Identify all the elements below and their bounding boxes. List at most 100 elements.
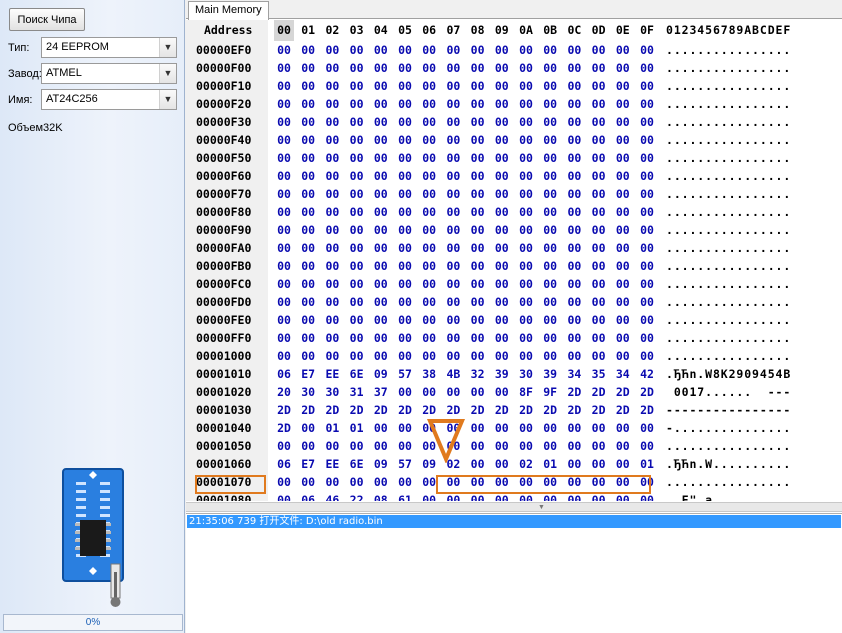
maker-select[interactable]: ATMEL ▼ [41,63,177,84]
hex-byte[interactable]: 00 [322,329,342,347]
hex-byte[interactable]: 00 [468,221,488,239]
hex-byte[interactable]: 06 [298,491,318,501]
hex-byte[interactable]: 00 [637,113,657,131]
hex-byte[interactable]: 00 [347,113,367,131]
chevron-down-icon[interactable]: ▼ [159,90,176,109]
hex-byte[interactable]: 00 [322,473,342,491]
hex-row[interactable]: 00000F90 00 00 00 00 00 00 00 00 00 00 00 00 00 00 00 00… [186,221,842,239]
hex-byte[interactable]: 00 [613,437,633,455]
hex-byte[interactable]: 00 [589,131,609,149]
hex-row[interactable]: 00001060 06 E7 EE 6E 09 57 09 02 00 00 02 01 00 00 00 01… [186,455,842,473]
hex-byte[interactable]: 00 [443,77,463,95]
hex-byte[interactable]: 00 [274,167,294,185]
hex-byte[interactable]: 00 [516,329,536,347]
hex-byte[interactable]: 00 [395,311,415,329]
hex-byte[interactable]: 00 [516,95,536,113]
hex-byte[interactable]: 00 [540,203,560,221]
hex-row[interactable]: 00001020 20 30 30 31 37 00 00 00 00 00 8F 9F 2D 2D 2D 2D… [186,383,842,401]
hex-byte[interactable]: 2D [347,401,367,419]
hex-byte[interactable]: 2D [492,401,512,419]
hex-byte[interactable]: 00 [613,293,633,311]
hex-byte[interactable]: 00 [613,221,633,239]
hex-byte[interactable]: 00 [419,185,439,203]
hex-byte[interactable]: 00 [347,131,367,149]
hex-byte[interactable]: 00 [613,131,633,149]
hex-byte[interactable]: 00 [274,491,294,501]
hex-byte[interactable]: 00 [322,185,342,203]
chevron-down-icon[interactable]: ▼ [159,64,176,83]
hex-byte[interactable]: 00 [419,203,439,221]
hex-row[interactable]: 00000FC0 00 00 00 00 00 00 00 00 00 00 00 00 00 00 00 00… [186,275,842,293]
hex-byte[interactable]: 00 [395,293,415,311]
hex-byte[interactable]: 00 [395,203,415,221]
hex-byte[interactable]: 00 [564,185,584,203]
hex-view[interactable]: Address 00 01 02 03 04 05 06 07 08 09 0A 0B 0C 0D 0E 0F… [186,20,842,501]
hex-byte[interactable]: 00 [371,473,391,491]
hex-byte[interactable]: 00 [468,329,488,347]
hex-byte[interactable]: 00 [468,95,488,113]
hex-byte[interactable]: 02 [516,455,536,473]
hex-byte[interactable]: 00 [395,419,415,437]
hex-byte[interactable]: 00 [589,221,609,239]
hex-byte[interactable]: 00 [371,293,391,311]
hex-byte[interactable]: 00 [492,59,512,77]
hex-byte[interactable]: 00 [298,203,318,221]
hex-byte[interactable]: 09 [371,365,391,383]
hex-byte[interactable]: 00 [347,185,367,203]
hex-byte[interactable]: 00 [492,203,512,221]
hex-byte[interactable]: 00 [468,455,488,473]
hex-byte[interactable]: 00 [419,149,439,167]
hex-byte[interactable]: 01 [540,455,560,473]
hex-byte[interactable]: 00 [395,473,415,491]
hex-byte[interactable]: 00 [371,329,391,347]
hex-byte[interactable]: 00 [564,455,584,473]
hex-byte[interactable]: 00 [274,41,294,59]
hex-byte[interactable]: 00 [347,203,367,221]
hex-byte[interactable]: 00 [274,329,294,347]
hex-byte[interactable]: 00 [468,59,488,77]
hex-byte[interactable]: 00 [540,221,560,239]
hex-byte[interactable]: 00 [395,113,415,131]
hex-byte[interactable]: 00 [589,149,609,167]
hex-byte[interactable]: 00 [274,203,294,221]
hex-byte[interactable]: 00 [468,437,488,455]
hex-byte[interactable]: 00 [298,59,318,77]
hex-byte[interactable]: 2D [613,401,633,419]
hex-byte[interactable]: 00 [274,77,294,95]
hex-byte[interactable]: 2D [298,401,318,419]
hex-byte[interactable]: 00 [322,59,342,77]
hex-byte[interactable]: 00 [516,149,536,167]
hex-byte[interactable]: 00 [443,203,463,221]
hex-byte[interactable]: 00 [322,203,342,221]
hex-row[interactable]: 00000F70 00 00 00 00 00 00 00 00 00 00 00 00 00 00 00 00… [186,185,842,203]
hex-byte[interactable]: 2D [274,401,294,419]
hex-byte[interactable]: 00 [492,131,512,149]
hex-byte[interactable]: 00 [540,167,560,185]
hex-byte[interactable]: 00 [443,221,463,239]
hex-byte[interactable]: 00 [637,149,657,167]
hex-byte[interactable]: 22 [347,491,367,501]
hex-byte[interactable]: 00 [613,185,633,203]
hex-byte[interactable]: 00 [492,77,512,95]
hex-byte[interactable]: 00 [540,59,560,77]
hex-byte[interactable]: 00 [443,149,463,167]
hex-byte[interactable]: 00 [613,329,633,347]
hex-byte[interactable]: 00 [516,437,536,455]
hex-byte[interactable]: 00 [443,329,463,347]
hex-byte[interactable]: 00 [540,275,560,293]
hex-byte[interactable]: 00 [589,275,609,293]
hex-byte[interactable]: 00 [298,275,318,293]
hex-byte[interactable]: 00 [298,167,318,185]
hex-byte[interactable]: 00 [492,383,512,401]
hex-byte[interactable]: 00 [371,275,391,293]
hex-byte[interactable]: 00 [298,131,318,149]
hex-byte[interactable]: 00 [371,419,391,437]
hex-byte[interactable]: 00 [395,41,415,59]
hex-row[interactable]: 00000FA0 00 00 00 00 00 00 00 00 00 00 00 00 00 00 00 00… [186,239,842,257]
hex-byte[interactable]: 39 [540,365,560,383]
hex-byte[interactable]: 38 [419,365,439,383]
hex-byte[interactable]: 57 [395,455,415,473]
hex-byte[interactable]: 00 [516,131,536,149]
hex-byte[interactable]: 00 [492,185,512,203]
hex-byte[interactable]: 00 [516,77,536,95]
